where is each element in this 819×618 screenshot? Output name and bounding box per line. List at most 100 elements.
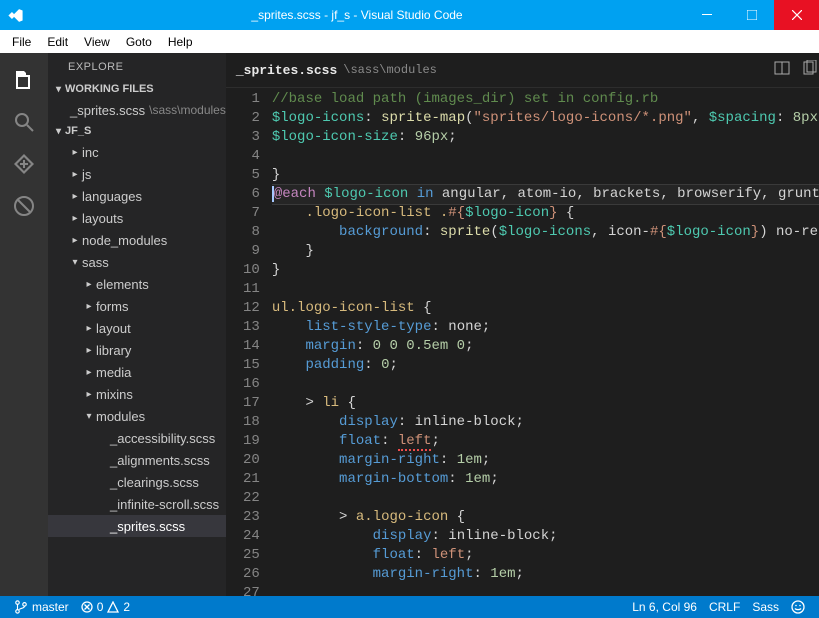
tree-item-label: _accessibility.scss <box>110 431 215 446</box>
editor-body[interactable]: 1234567891011121314151617181920212223242… <box>226 88 819 596</box>
working-files-label: WORKING FILES <box>65 83 154 95</box>
tree-folder[interactable]: ▸node_modules <box>48 229 226 251</box>
tree-item-label: layout <box>96 321 131 336</box>
code-line[interactable] <box>272 147 819 166</box>
tree-item-label: layouts <box>82 211 123 226</box>
tree-item-label: modules <box>96 409 145 424</box>
code-line[interactable]: display: inline-block; <box>272 527 819 546</box>
tree-folder[interactable]: ▸mixins <box>48 383 226 405</box>
code-line[interactable]: } <box>272 242 819 261</box>
code-line[interactable]: margin-right: 1em; <box>272 451 819 470</box>
code-lines[interactable]: //base load path (images_dir) set in con… <box>272 88 819 596</box>
chevron-right-icon: ▸ <box>70 213 80 224</box>
chevron-right-icon: ▸ <box>84 389 94 400</box>
code-line[interactable]: margin: 0 0 0.5em 0; <box>272 337 819 356</box>
tree-folder[interactable]: ▸media <box>48 361 226 383</box>
status-language[interactable]: Sass <box>746 596 785 618</box>
tree-item-label: _clearings.scss <box>110 475 199 490</box>
code-line[interactable]: list-style-type: none; <box>272 318 819 337</box>
tree-folder[interactable]: ▸layouts <box>48 207 226 229</box>
code-line[interactable]: $logo-icon-size: 96px; <box>272 128 819 147</box>
line-number: 9 <box>226 242 260 261</box>
tree-folder[interactable]: ▸elements <box>48 273 226 295</box>
code-line[interactable]: float: left; <box>272 546 819 565</box>
tree-folder[interactable]: ▸inc <box>48 141 226 163</box>
code-line[interactable]: ul.logo-icon-list { <box>272 299 819 318</box>
status-branch[interactable]: master <box>8 596 75 618</box>
code-line[interactable]: margin-right: 1em; <box>272 565 819 584</box>
working-file-item[interactable]: _sprites.scss \sass\modules <box>48 99 226 121</box>
menu-help[interactable]: Help <box>160 33 201 51</box>
status-feedback-icon[interactable] <box>785 596 811 618</box>
tree-folder[interactable]: ▾modules <box>48 405 226 427</box>
tab-path: \sass\modules <box>343 63 437 77</box>
code-line[interactable]: padding: 0; <box>272 356 819 375</box>
tree-file[interactable]: _infinite-scroll.scss <box>48 493 226 515</box>
open-changes-icon[interactable] <box>802 60 818 81</box>
code-line[interactable]: float: left; <box>272 432 819 451</box>
tree-item-label: mixins <box>96 387 133 402</box>
code-line[interactable]: display: inline-block; <box>272 413 819 432</box>
line-number: 15 <box>226 356 260 375</box>
tree-folder[interactable]: ▾sass <box>48 251 226 273</box>
status-problems[interactable]: 0 2 <box>75 596 136 618</box>
menu-file[interactable]: File <box>4 33 39 51</box>
tree-file[interactable]: _alignments.scss <box>48 449 226 471</box>
status-branch-label: master <box>32 600 69 614</box>
chevron-right-icon: ▸ <box>70 169 80 180</box>
line-number: 8 <box>226 223 260 242</box>
code-line[interactable] <box>272 584 819 596</box>
menu-goto[interactable]: Goto <box>118 33 160 51</box>
activity-git-icon[interactable] <box>0 143 48 185</box>
menu-edit[interactable]: Edit <box>39 33 76 51</box>
status-eol[interactable]: CRLF <box>703 596 746 618</box>
tree-folder[interactable]: ▸library <box>48 339 226 361</box>
code-line[interactable] <box>272 375 819 394</box>
close-button[interactable] <box>774 0 819 30</box>
code-line[interactable]: .logo-icon-list .#{$logo-icon} { <box>272 204 819 223</box>
tree-file[interactable]: _clearings.scss <box>48 471 226 493</box>
tree-folder[interactable]: ▸languages <box>48 185 226 207</box>
line-number: 18 <box>226 413 260 432</box>
tree-folder[interactable]: ▸forms <box>48 295 226 317</box>
activity-debug-icon[interactable] <box>0 185 48 227</box>
working-file-path: \sass\modules <box>149 103 226 117</box>
code-line[interactable]: @each $logo-icon in angular, atom-io, br… <box>272 185 819 204</box>
tree-folder[interactable]: ▸layout <box>48 317 226 339</box>
editor-tab[interactable]: _sprites.scss \sass\modules <box>226 53 447 87</box>
code-line[interactable] <box>272 489 819 508</box>
code-line[interactable]: $logo-icons: sprite-map("sprites/logo-ic… <box>272 109 819 128</box>
status-error-count: 0 <box>97 600 104 614</box>
line-number: 17 <box>226 394 260 413</box>
code-line[interactable]: } <box>272 166 819 185</box>
editor: _sprites.scss \sass\modules ✕ 1234567891… <box>226 53 819 596</box>
maximize-button[interactable] <box>729 0 774 30</box>
code-line[interactable]: > li { <box>272 394 819 413</box>
tree-item-label: node_modules <box>82 233 167 248</box>
code-line[interactable] <box>272 280 819 299</box>
activity-explorer-icon[interactable] <box>0 59 48 101</box>
split-editor-icon[interactable] <box>774 60 790 81</box>
working-files-header[interactable]: ▾WORKING FILES <box>48 79 226 99</box>
tree-file[interactable]: _accessibility.scss <box>48 427 226 449</box>
chevron-right-icon: ▸ <box>70 235 80 246</box>
project-label: JF_S <box>65 125 91 137</box>
minimize-button[interactable] <box>684 0 729 30</box>
status-bar: master 0 2 Ln 6, Col 96 CRLF Sass <box>0 596 819 618</box>
code-line[interactable]: //base load path (images_dir) set in con… <box>272 90 819 109</box>
code-line[interactable]: margin-bottom: 1em; <box>272 470 819 489</box>
code-line[interactable]: background: sprite($logo-icons, icon-#{$… <box>272 223 819 242</box>
line-number: 11 <box>226 280 260 299</box>
code-line[interactable]: > a.logo-icon { <box>272 508 819 527</box>
activity-search-icon[interactable] <box>0 101 48 143</box>
tab-filename: _sprites.scss <box>236 63 337 78</box>
tree-folder[interactable]: ▸js <box>48 163 226 185</box>
code-line[interactable]: } <box>272 261 819 280</box>
tree-file[interactable]: _sprites.scss <box>48 515 226 537</box>
window-titlebar: _sprites.scss - jf_s - Visual Studio Cod… <box>0 0 819 30</box>
line-number: 22 <box>226 489 260 508</box>
status-lncol[interactable]: Ln 6, Col 96 <box>626 596 703 618</box>
git-branch-icon <box>14 600 28 614</box>
menu-view[interactable]: View <box>76 33 118 51</box>
project-header[interactable]: ▾JF_S <box>48 121 226 141</box>
